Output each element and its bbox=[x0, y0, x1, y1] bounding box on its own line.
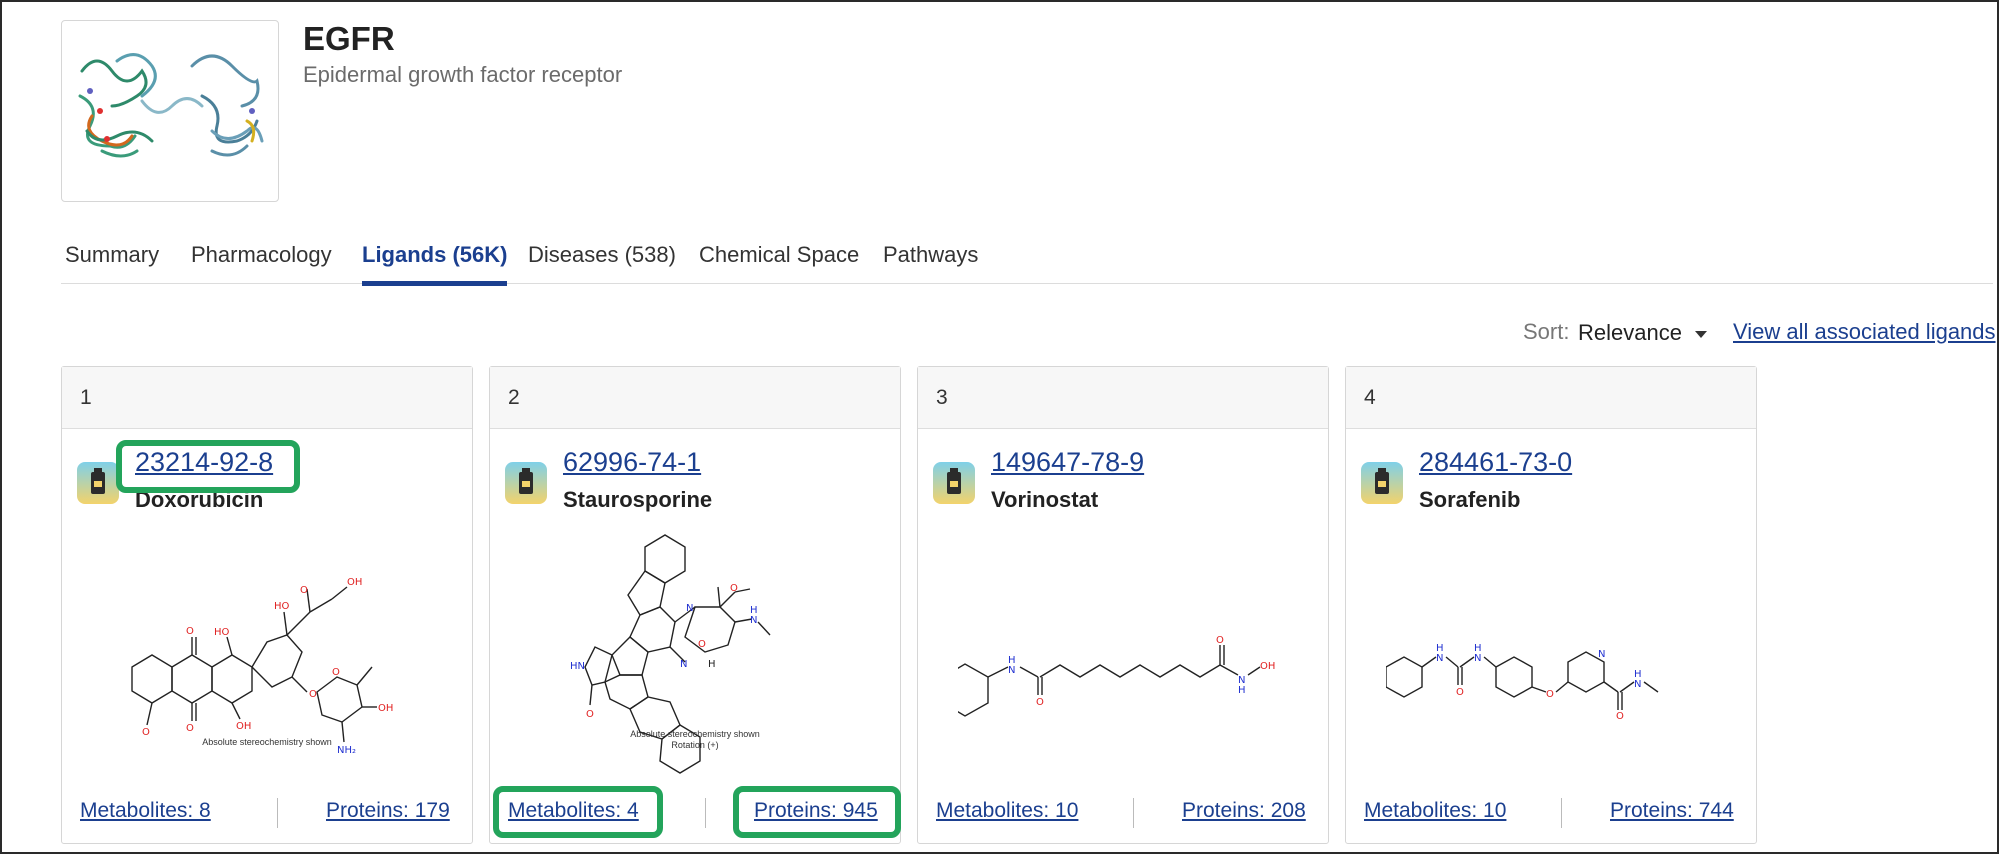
svg-text:H: H bbox=[1238, 685, 1246, 696]
tab-ligands[interactable]: Ligands (56K) bbox=[362, 236, 508, 286]
cas-number-link[interactable]: 284461-73-0 bbox=[1419, 447, 1572, 478]
compound-vial-icon bbox=[933, 462, 975, 504]
sort-label: Sort: bbox=[1523, 319, 1570, 344]
tab-chemical-space[interactable]: Chemical Space bbox=[699, 236, 859, 284]
svg-text:N: N bbox=[1598, 649, 1605, 660]
chemical-structure-sorafenib: FFF Cl HN HN O O N O HN bbox=[1386, 643, 1659, 722]
proteins-link[interactable]: Proteins: 208 bbox=[1182, 799, 1306, 823]
svg-text:O: O bbox=[309, 689, 317, 700]
ligand-card: 4 284461-73-0 Sorafenib FFF Cl HN HN bbox=[1345, 366, 1757, 844]
svg-text:N: N bbox=[750, 615, 757, 626]
protein-structure-image bbox=[61, 20, 279, 202]
svg-text:N: N bbox=[1436, 653, 1443, 664]
tab-diseases[interactable]: Diseases (538) bbox=[528, 236, 676, 284]
divider bbox=[1561, 798, 1562, 828]
card-rank: 2 bbox=[490, 367, 900, 429]
stereochemistry-note: Absolute stereochemistry shown bbox=[202, 737, 332, 747]
svg-text:HO: HO bbox=[274, 601, 290, 612]
metabolites-link[interactable]: Metabolites: 10 bbox=[1364, 799, 1506, 823]
chemical-structure-vorinostat: HN O O NH OH bbox=[958, 635, 1275, 717]
cas-number-link[interactable]: 149647-78-9 bbox=[991, 447, 1144, 478]
svg-text:O: O bbox=[698, 639, 706, 650]
svg-text:O: O bbox=[1616, 711, 1624, 722]
svg-text:O: O bbox=[186, 723, 194, 734]
ligand-name: Staurosporine bbox=[563, 487, 713, 512]
svg-text:N: N bbox=[1008, 665, 1015, 676]
metabolites-link[interactable]: Metabolites: 10 bbox=[936, 799, 1078, 823]
svg-text:N: N bbox=[680, 659, 687, 670]
ligand-name: Vorinostat bbox=[991, 487, 1099, 512]
view-all-ligands-link[interactable]: View all associated ligands bbox=[1733, 319, 1996, 345]
card-rank: 1 bbox=[62, 367, 472, 429]
svg-text:O: O bbox=[1036, 697, 1044, 708]
tab-summary[interactable]: Summary bbox=[65, 236, 159, 284]
svg-text:O: O bbox=[186, 626, 194, 637]
cas-number-link[interactable]: 62996-74-1 bbox=[563, 447, 701, 478]
compound-vial-icon bbox=[77, 462, 119, 504]
ligand-name: Doxorubicin bbox=[135, 487, 264, 512]
svg-text:O: O bbox=[300, 585, 308, 596]
caret-down-icon[interactable] bbox=[1695, 331, 1707, 338]
svg-text:O: O bbox=[730, 583, 738, 594]
page-title: EGFR bbox=[303, 20, 395, 57]
compound-vial-icon bbox=[1361, 462, 1403, 504]
svg-text:OH: OH bbox=[347, 577, 362, 588]
tab-pharmacology[interactable]: Pharmacology bbox=[191, 236, 332, 284]
svg-text:OH: OH bbox=[236, 721, 251, 732]
tab-bar: Summary Pharmacology Ligands (56K) Disea… bbox=[61, 236, 1993, 286]
page-subtitle: Epidermal growth factor receptor bbox=[303, 62, 623, 87]
ligand-card: 2 62996-74-1 Staurosporine N N HN O O O … bbox=[489, 366, 901, 844]
metabolites-link[interactable]: Metabolites: 8 bbox=[80, 799, 211, 823]
card-rank: 4 bbox=[1346, 367, 1756, 429]
proteins-link[interactable]: Proteins: 179 bbox=[326, 799, 450, 823]
divider bbox=[705, 798, 706, 828]
svg-text:O: O bbox=[1216, 635, 1224, 646]
ligand-name: Sorafenib bbox=[1419, 487, 1521, 512]
ligand-card: 1 23214-92-8 Doxorubicin O O HO OH O HO … bbox=[61, 366, 473, 844]
svg-text:O: O bbox=[332, 667, 340, 678]
divider bbox=[1133, 798, 1134, 828]
proteins-link[interactable]: Proteins: 945 bbox=[754, 799, 878, 823]
proteins-link[interactable]: Proteins: 744 bbox=[1610, 799, 1734, 823]
svg-text:N: N bbox=[1634, 679, 1641, 690]
compound-vial-icon bbox=[505, 462, 547, 504]
svg-text:O: O bbox=[1546, 689, 1554, 700]
sort-dropdown[interactable]: Relevance bbox=[1578, 320, 1682, 346]
svg-text:HN: HN bbox=[570, 661, 585, 672]
card-rank: 3 bbox=[918, 367, 1328, 429]
svg-text:O: O bbox=[586, 709, 594, 720]
ligand-card: 3 149647-78-9 Vorinostat HN O O NH OH Me… bbox=[917, 366, 1329, 844]
cas-number-link[interactable]: 23214-92-8 bbox=[135, 447, 273, 478]
svg-text:HO: HO bbox=[214, 627, 230, 638]
svg-text:OH: OH bbox=[1260, 661, 1275, 672]
tab-pathways[interactable]: Pathways bbox=[883, 236, 978, 284]
stereochemistry-note: Absolute stereochemistry shown Rotation … bbox=[490, 729, 900, 751]
svg-text:H: H bbox=[750, 605, 758, 616]
divider bbox=[277, 798, 278, 828]
svg-text:H: H bbox=[708, 659, 716, 670]
metabolites-link[interactable]: Metabolites: 4 bbox=[508, 799, 639, 823]
svg-text:N: N bbox=[686, 603, 693, 614]
svg-text:N: N bbox=[1474, 653, 1481, 664]
svg-text:OH: OH bbox=[378, 703, 393, 714]
rotation-note: Rotation (+) bbox=[671, 740, 719, 750]
svg-text:O: O bbox=[1456, 687, 1464, 698]
